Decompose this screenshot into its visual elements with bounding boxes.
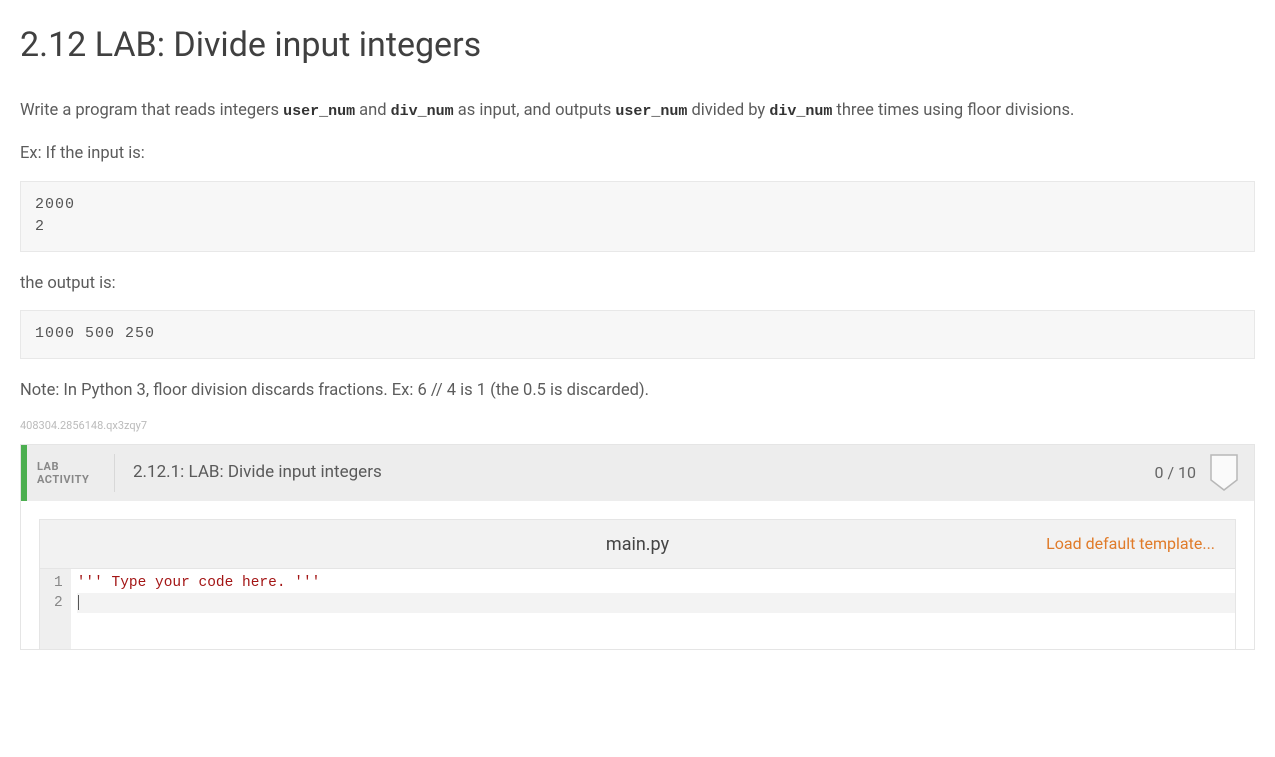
editor-filename: main.py: [606, 531, 669, 558]
desc-text: Write a program that reads integers: [20, 101, 283, 120]
code-lines[interactable]: ''' Type your code here. ''': [71, 569, 1235, 649]
code-line[interactable]: [77, 593, 1235, 613]
example-output-label: the output is:: [20, 272, 1255, 297]
page-title: 2.12 LAB: Divide input integers: [20, 20, 1255, 71]
example-output-block: 1000 500 250: [20, 310, 1255, 359]
shield-icon: [1210, 454, 1238, 492]
var-div-num: div_num: [769, 103, 832, 120]
activity-type-line2: ACTIVITY: [37, 473, 89, 486]
var-div-num: div_num: [391, 103, 454, 120]
desc-text: divided by: [687, 101, 769, 120]
activity-type-line1: LAB: [37, 460, 89, 473]
var-user-num: user_num: [283, 103, 355, 120]
lab-activity-card: LAB ACTIVITY 2.12.1: LAB: Divide input i…: [20, 444, 1255, 650]
problem-description: Write a program that reads integers user…: [20, 99, 1255, 124]
small-id: 408304.2856148.qx3zqy7: [20, 418, 1255, 435]
example-input-label: Ex: If the input is:: [20, 142, 1255, 167]
editor-area: main.py Load default template... 1 2 '''…: [21, 501, 1254, 649]
activity-title: 2.12.1: LAB: Divide input integers: [115, 460, 1154, 486]
example-input-block: 2000 2: [20, 181, 1255, 252]
text-cursor: [78, 595, 79, 610]
line-number-gutter: 1 2: [40, 569, 71, 649]
note-text: Note: In Python 3, floor division discar…: [20, 379, 1255, 404]
activity-type-label: LAB ACTIVITY: [27, 454, 115, 492]
desc-text: three times using floor divisions.: [832, 101, 1074, 120]
line-number: 2: [54, 593, 63, 613]
line-number: 1: [54, 573, 63, 593]
editor-toolbar: main.py Load default template...: [39, 519, 1236, 569]
load-default-template-link[interactable]: Load default template...: [1046, 532, 1235, 556]
activity-score: 0 / 10: [1154, 461, 1196, 485]
code-line[interactable]: ''' Type your code here. ''': [77, 573, 1235, 593]
var-user-num: user_num: [615, 103, 687, 120]
code-text: ''' Type your code here. ''': [77, 575, 321, 591]
desc-text: and: [355, 101, 391, 120]
desc-text: as input, and outputs: [454, 101, 616, 120]
code-editor[interactable]: 1 2 ''' Type your code here. ''': [39, 569, 1236, 649]
activity-header: LAB ACTIVITY 2.12.1: LAB: Divide input i…: [21, 445, 1254, 501]
